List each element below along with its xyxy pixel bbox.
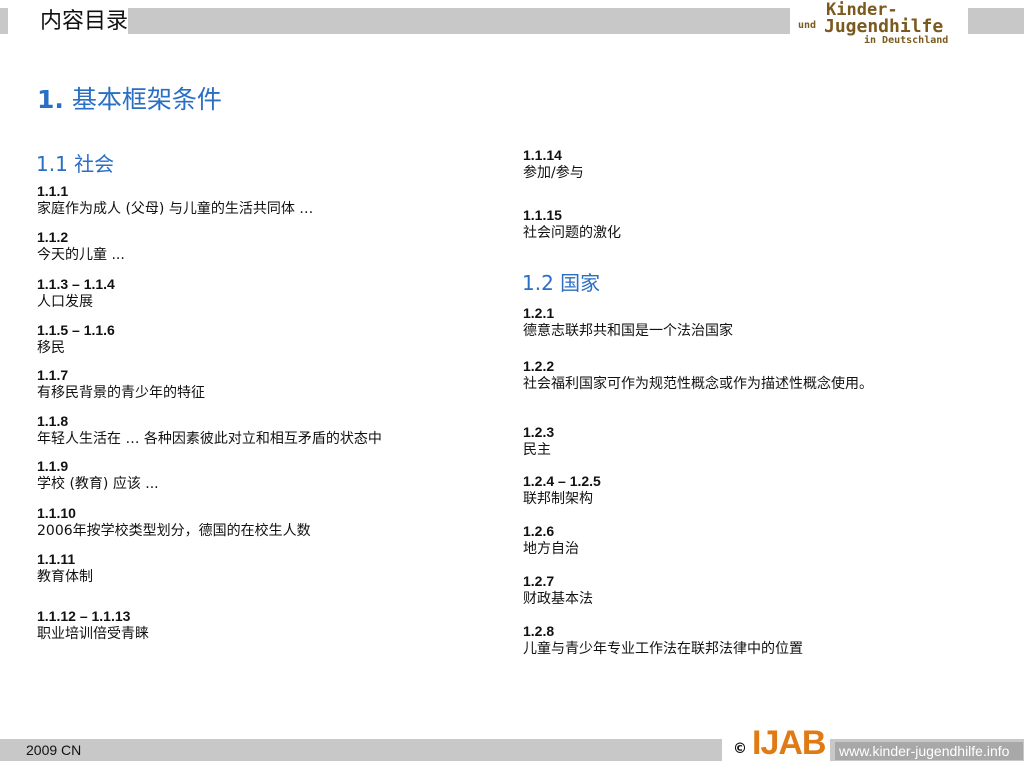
toc-entry[interactable]: 1.1.1 家庭作为成人 (父母) 与儿童的生活共同体 … <box>37 183 313 219</box>
toc-entry[interactable]: 1.2.7 财政基本法 <box>523 573 593 609</box>
toc-entry[interactable]: 1.2.6 地方自治 <box>523 523 579 559</box>
entry-code: 1.1.1 <box>37 183 69 199</box>
entry-title: 儿童与青少年专业工作法在联邦法律中的位置 <box>523 641 803 657</box>
entry-title: 财政基本法 <box>523 591 593 607</box>
entry-code: 1.2.7 <box>523 573 555 589</box>
entry-title: 2006年按学校类型划分，德国的在校生人数 <box>37 523 311 539</box>
entry-title: 今天的儿童 ... <box>37 247 125 263</box>
toc-entry[interactable]: 1.1.10 2006年按学校类型划分，德国的在校生人数 <box>37 505 311 541</box>
toc-entry[interactable]: 1.1.15 社会问题的激化 <box>523 207 621 243</box>
section-number: 1. <box>37 85 64 114</box>
toc-entry[interactable]: 1.1.2 今天的儿童 ... <box>37 229 125 265</box>
entry-title: 移民 <box>37 340 65 356</box>
entry-title: 社会问题的激化 <box>523 225 621 241</box>
entry-title: 学校 (教育) 应该 ... <box>37 476 159 492</box>
toc-entry[interactable]: 1.2.4 – 1.2.5 联邦制架构 <box>523 473 601 509</box>
toc-entry[interactable]: 1.1.12 – 1.1.13 职业培训倍受青睐 <box>37 608 149 644</box>
entry-title: 民主 <box>523 442 551 458</box>
toc-entry[interactable]: 1.2.8 儿童与青少年专业工作法在联邦法律中的位置 <box>523 623 803 659</box>
entry-code: 1.1.9 <box>37 458 69 474</box>
entry-title: 教育体制 <box>37 569 93 585</box>
entry-code: 1.2.2 <box>523 358 555 374</box>
footer-website-link[interactable]: www.kinder-jugendhilfe.info <box>835 742 1023 760</box>
entry-code: 1.2.4 – 1.2.5 <box>523 473 601 489</box>
kinder-jugendhilfe-logo[interactable]: Kinder- und Jugendhilfe in Deutschland <box>798 0 968 48</box>
logo-line-in-deutschland: in Deutschland <box>864 35 949 46</box>
entry-title: 有移民背景的青少年的特征 <box>37 385 205 401</box>
entry-title: 地方自治 <box>523 541 579 557</box>
entry-code: 1.1.12 – 1.1.13 <box>37 608 131 624</box>
toc-entry[interactable]: 1.2.3 民主 <box>523 424 554 460</box>
entry-code: 1.2.3 <box>523 424 555 440</box>
entry-title: 参加/参与 <box>523 165 584 181</box>
ijab-logo[interactable]: IJAB <box>752 724 826 764</box>
section-title: 1. 基本框架条件 <box>37 80 222 116</box>
toc-entry[interactable]: 1.1.5 – 1.1.6 移民 <box>37 322 115 358</box>
copyright-symbol: © <box>733 741 747 757</box>
entry-code: 1.1.2 <box>37 229 69 245</box>
footer-year: 2009 CN <box>26 742 82 758</box>
logo-line-jugendhilfe: Jugendhilfe <box>824 16 944 37</box>
toc-entry[interactable]: 1.1.7 有移民背景的青少年的特征 <box>37 367 205 403</box>
subsection-heading-society: 1.1 社会 <box>36 152 115 176</box>
entry-code: 1.2.8 <box>523 623 555 639</box>
entry-code: 1.1.7 <box>37 367 69 383</box>
entry-code: 1.1.14 <box>523 147 562 163</box>
entry-title: 职业培训倍受青睐 <box>37 626 149 642</box>
toc-entry[interactable]: 1.1.9 学校 (教育) 应该 ... <box>37 458 159 494</box>
entry-code: 1.1.11 <box>37 551 76 567</box>
toc-entry[interactable]: 1.1.11 教育体制 <box>37 551 93 587</box>
entry-code: 1.1.8 <box>37 413 69 429</box>
entry-title: 人口发展 <box>37 294 93 310</box>
section-title-text: 基本框架条件 <box>71 85 222 114</box>
entry-title: 社会福利国家可作为规范性概念或作为描述性概念使用。 <box>523 376 873 392</box>
entry-code: 1.1.10 <box>37 505 76 521</box>
entry-code: 1.1.5 – 1.1.6 <box>37 322 115 338</box>
entry-title: 德意志联邦共和国是一个法治国家 <box>523 323 733 339</box>
entry-code: 1.2.6 <box>523 523 555 539</box>
toc-entry[interactable]: 1.1.8 年轻人生活在 … 各种因素彼此对立和相互矛盾的状态中 <box>37 413 382 449</box>
logo-line-und: und <box>798 20 817 31</box>
subsection-heading-state: 1.2 国家 <box>522 271 601 295</box>
entry-code: 1.1.3 – 1.1.4 <box>37 276 115 292</box>
toc-entry[interactable]: 1.1.3 – 1.1.4 人口发展 <box>37 276 115 312</box>
entry-code: 1.1.15 <box>523 207 562 223</box>
entry-code: 1.2.1 <box>523 305 555 321</box>
entry-title: 联邦制架构 <box>523 491 593 507</box>
toc-entry[interactable]: 1.2.2 社会福利国家可作为规范性概念或作为描述性概念使用。 <box>523 358 873 394</box>
entry-title: 年轻人生活在 … 各种因素彼此对立和相互矛盾的状态中 <box>37 431 382 447</box>
entry-title: 家庭作为成人 (父母) 与儿童的生活共同体 … <box>37 201 314 217</box>
page-title: 内容目录 <box>40 9 129 34</box>
toc-entry[interactable]: 1.1.14 参加/参与 <box>523 147 584 183</box>
toc-entry[interactable]: 1.2.1 德意志联邦共和国是一个法治国家 <box>523 305 733 341</box>
